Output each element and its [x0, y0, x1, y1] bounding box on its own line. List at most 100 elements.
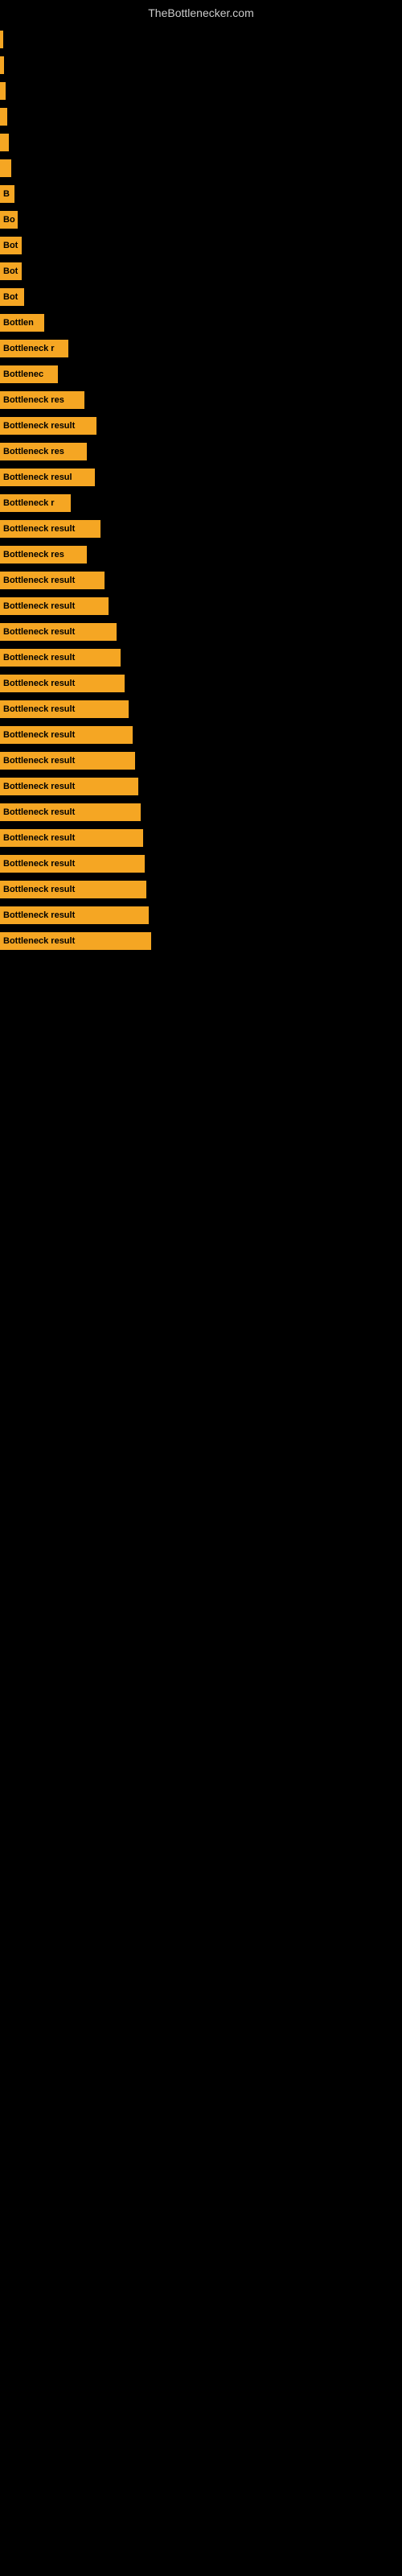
bar-row-24: Bottleneck result	[0, 649, 402, 667]
bar-label-32: Bottleneck result	[3, 859, 75, 869]
bar-row-31: Bottleneck result	[0, 829, 402, 847]
bar-label-16: Bottleneck res	[3, 447, 64, 456]
bar-label-7: Bo	[3, 215, 15, 225]
bar-row-6: B	[0, 185, 402, 203]
bar-34: Bottleneck result	[0, 906, 149, 924]
bar-0	[0, 31, 3, 48]
bar-row-3	[0, 108, 402, 126]
bar-31: Bottleneck result	[0, 829, 143, 847]
bar-28: Bottleneck result	[0, 752, 135, 770]
bar-9: Bot	[0, 262, 22, 280]
bar-label-28: Bottleneck result	[3, 756, 75, 766]
bar-row-33: Bottleneck result	[0, 881, 402, 898]
bar-label-21: Bottleneck result	[3, 576, 75, 585]
bar-8: Bot	[0, 237, 22, 254]
bar-label-29: Bottleneck result	[3, 782, 75, 791]
bar-row-30: Bottleneck result	[0, 803, 402, 821]
bar-row-1	[0, 56, 402, 74]
bar-row-34: Bottleneck result	[0, 906, 402, 924]
bar-14: Bottleneck res	[0, 391, 84, 409]
bar-row-26: Bottleneck result	[0, 700, 402, 718]
bars-wrapper: B Bo Bot Bot Bot Bottlen Bottleneck r Bottlenec…	[0, 23, 402, 952]
bar-27: Bottleneck result	[0, 726, 133, 744]
bar-33: Bottleneck result	[0, 881, 146, 898]
bar-row-0	[0, 31, 402, 48]
bar-label-34: Bottleneck result	[3, 910, 75, 920]
bar-7: Bo	[0, 211, 18, 229]
bar-label-22: Bottleneck result	[3, 601, 75, 611]
bar-label-14: Bottleneck res	[3, 395, 64, 405]
bar-row-20: Bottleneck res	[0, 546, 402, 564]
bar-row-5	[0, 159, 402, 177]
bar-13: Bottlenec	[0, 365, 58, 383]
bar-6: B	[0, 185, 14, 203]
bar-label-10: Bot	[3, 292, 18, 302]
bar-label-23: Bottleneck result	[3, 627, 75, 637]
bar-row-7: Bo	[0, 211, 402, 229]
bar-5	[0, 159, 11, 177]
bar-4	[0, 134, 9, 151]
bar-row-16: Bottleneck res	[0, 443, 402, 460]
bar-row-18: Bottleneck r	[0, 494, 402, 512]
bar-2	[0, 82, 6, 100]
bar-label-15: Bottleneck result	[3, 421, 75, 431]
bar-row-13: Bottlenec	[0, 365, 402, 383]
bar-16: Bottleneck res	[0, 443, 87, 460]
bar-row-35: Bottleneck result	[0, 932, 402, 950]
bar-row-23: Bottleneck result	[0, 623, 402, 641]
bar-18: Bottleneck r	[0, 494, 71, 512]
bar-row-25: Bottleneck result	[0, 675, 402, 692]
bar-row-21: Bottleneck result	[0, 572, 402, 589]
bar-12: Bottleneck r	[0, 340, 68, 357]
bar-label-25: Bottleneck result	[3, 679, 75, 688]
site-title: TheBottlenecker.com	[0, 0, 402, 23]
bar-label-9: Bot	[3, 266, 18, 276]
bar-row-8: Bot	[0, 237, 402, 254]
bar-23: Bottleneck result	[0, 623, 117, 641]
bar-row-32: Bottleneck result	[0, 855, 402, 873]
bar-1	[0, 56, 4, 74]
bar-30: Bottleneck result	[0, 803, 141, 821]
bar-15: Bottleneck result	[0, 417, 96, 435]
bar-label-8: Bot	[3, 241, 18, 250]
bar-label-30: Bottleneck result	[3, 807, 75, 817]
bar-label-35: Bottleneck result	[3, 936, 75, 946]
bar-label-17: Bottleneck resul	[3, 473, 72, 482]
bar-row-10: Bot	[0, 288, 402, 306]
bar-10: Bot	[0, 288, 24, 306]
bar-row-12: Bottleneck r	[0, 340, 402, 357]
bar-label-19: Bottleneck result	[3, 524, 75, 534]
bar-label-6: B	[3, 189, 10, 199]
bar-19: Bottleneck result	[0, 520, 100, 538]
bar-label-13: Bottlenec	[3, 369, 43, 379]
bar-row-15: Bottleneck result	[0, 417, 402, 435]
bar-row-28: Bottleneck result	[0, 752, 402, 770]
bar-label-27: Bottleneck result	[3, 730, 75, 740]
bar-row-19: Bottleneck result	[0, 520, 402, 538]
bar-label-26: Bottleneck result	[3, 704, 75, 714]
bar-21: Bottleneck result	[0, 572, 105, 589]
bar-label-18: Bottleneck r	[3, 498, 55, 508]
bar-17: Bottleneck resul	[0, 469, 95, 486]
bar-row-4	[0, 134, 402, 151]
bar-row-9: Bot	[0, 262, 402, 280]
bar-label-24: Bottleneck result	[3, 653, 75, 663]
bar-label-33: Bottleneck result	[3, 885, 75, 894]
bar-24: Bottleneck result	[0, 649, 121, 667]
bar-label-11: Bottlen	[3, 318, 34, 328]
bar-3	[0, 108, 7, 126]
bar-35: Bottleneck result	[0, 932, 151, 950]
bar-row-17: Bottleneck resul	[0, 469, 402, 486]
bar-26: Bottleneck result	[0, 700, 129, 718]
bar-label-20: Bottleneck res	[3, 550, 64, 559]
bar-11: Bottlen	[0, 314, 44, 332]
bar-row-27: Bottleneck result	[0, 726, 402, 744]
bar-row-14: Bottleneck res	[0, 391, 402, 409]
bar-22: Bottleneck result	[0, 597, 109, 615]
bar-20: Bottleneck res	[0, 546, 87, 564]
bar-row-29: Bottleneck result	[0, 778, 402, 795]
bar-row-11: Bottlen	[0, 314, 402, 332]
bar-label-31: Bottleneck result	[3, 833, 75, 843]
bar-25: Bottleneck result	[0, 675, 125, 692]
bar-label-12: Bottleneck r	[3, 344, 55, 353]
